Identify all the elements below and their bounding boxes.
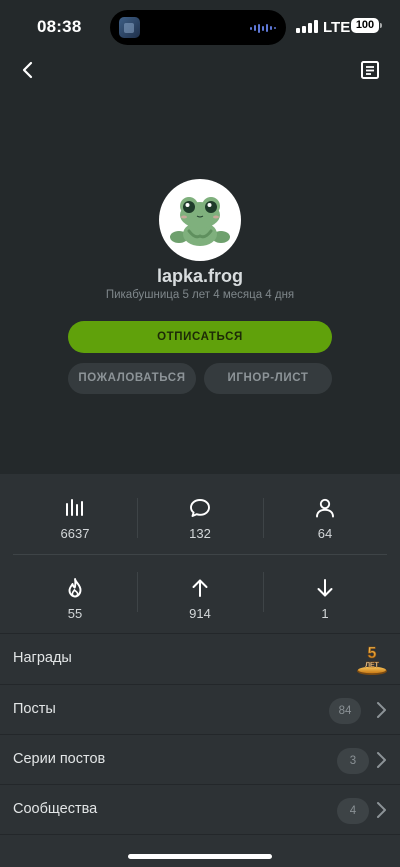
svg-text:5: 5: [368, 645, 377, 662]
stat-subscribers[interactable]: 64: [262, 496, 388, 541]
battery-tip: [380, 23, 382, 28]
stat-divider: [137, 572, 138, 612]
stat-divider: [263, 498, 264, 538]
ignore-list-button[interactable]: ИГНОР-ЛИСТ: [204, 363, 332, 394]
flame-icon: [68, 578, 82, 598]
chevron-right-icon: [377, 802, 386, 818]
unsubscribe-button[interactable]: ОТПИСАТЬСЯ: [68, 321, 332, 353]
five-years-badge-icon: 5 ЛЕТ: [357, 645, 387, 675]
stat-pluses[interactable]: 914: [137, 576, 263, 621]
stat-minuses[interactable]: 1: [262, 576, 388, 621]
post-series-label: Серии постов: [13, 751, 106, 767]
posts-row[interactable]: Посты 84: [0, 685, 400, 735]
awards-label: Награды: [13, 650, 72, 666]
communities-label: Сообщества: [13, 801, 98, 817]
dynamic-island[interactable]: [110, 10, 286, 45]
chevron-left-icon: [22, 61, 33, 79]
awards-row[interactable]: Награды: [0, 634, 400, 684]
stat-subscribers-value: 64: [317, 526, 333, 541]
stat-comments-value: 132: [189, 526, 211, 541]
posts-count-badge: 84: [329, 698, 361, 724]
stat-pluses-value: 914: [189, 606, 211, 621]
home-indicator[interactable]: [128, 854, 272, 859]
communities-count-badge: 4: [337, 798, 369, 824]
stat-divider: [137, 498, 138, 538]
stat-comments[interactable]: 132: [137, 496, 263, 541]
avatar[interactable]: [159, 179, 241, 261]
person-icon: [316, 498, 334, 518]
audio-wave-icon: [250, 23, 276, 33]
stat-rating[interactable]: 6637: [12, 496, 138, 541]
post-series-row[interactable]: Серии постов 3: [0, 735, 400, 785]
stat-divider: [263, 572, 264, 612]
battery-icon: 100: [351, 18, 379, 33]
back-button[interactable]: [16, 58, 40, 82]
arrow-down-icon: [317, 579, 333, 597]
stat-hot-value: 55: [67, 606, 83, 621]
stats-row-divider: [13, 554, 387, 555]
status-bar: 08:38 LTE 100: [0, 0, 400, 54]
notes-button[interactable]: [358, 58, 382, 82]
chevron-right-icon: [377, 752, 386, 768]
profile-tenure: Пикабушница 5 лет 4 месяца 4 дня: [105, 289, 295, 301]
profile-username: lapka.frog: [156, 266, 244, 286]
communities-row[interactable]: Сообщества 4: [0, 785, 400, 835]
posts-label: Посты: [13, 701, 56, 717]
chevron-right-icon: [377, 702, 386, 718]
stat-hot[interactable]: 55: [12, 576, 138, 621]
frog-avatar-icon: [170, 197, 230, 246]
post-series-count-badge: 3: [337, 748, 369, 774]
comment-bubble-icon: [190, 499, 210, 517]
arrow-up-icon: [192, 579, 208, 597]
bar-chart-icon: [66, 499, 83, 516]
stat-minuses-value: 1: [321, 606, 329, 621]
report-button[interactable]: ПОЖАЛОВАТЬСЯ: [68, 363, 196, 394]
notes-icon: [361, 61, 379, 79]
cellular-signal-icon: [296, 20, 318, 33]
network-type: LTE: [323, 19, 351, 36]
now-playing-thumbnail: [119, 17, 140, 38]
status-time: 08:38: [37, 17, 82, 36]
stat-rating-value: 6637: [60, 526, 90, 541]
row-divider: [0, 834, 400, 835]
svg-text:ЛЕТ: ЛЕТ: [365, 662, 380, 669]
